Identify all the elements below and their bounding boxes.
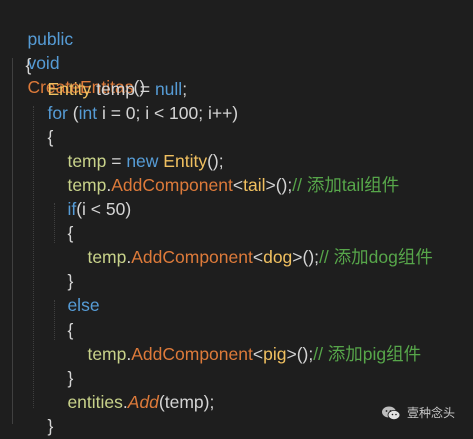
comment: // 添加pig组件 — [313, 344, 422, 364]
method-addcomponent: AddComponent — [131, 344, 253, 364]
code-line-close-brace-method[interactable]: } — [6, 413, 31, 437]
code-line-close-brace-for[interactable]: } — [28, 390, 53, 436]
comment: // 添加tail组件 — [292, 175, 400, 195]
generic-lt: < — [252, 344, 264, 364]
generic-gt: > — [286, 344, 297, 364]
for-open: ( — [67, 103, 79, 123]
code-line-open-brace-for[interactable]: { — [28, 101, 53, 147]
code-line-declaration[interactable]: Entity temp = null; — [28, 53, 187, 99]
code-editor[interactable]: public void CreateEntitas() { Entity tem… — [0, 0, 473, 439]
call-parens: (); — [275, 175, 293, 195]
method-addcomponent: AddComponent — [131, 247, 253, 267]
if-condition: (i < 50) — [76, 199, 132, 219]
watermark-text: 壹种念头 — [406, 406, 455, 420]
var-temp: temp — [87, 247, 127, 267]
generic-gt: > — [292, 247, 303, 267]
generic-gt: > — [265, 175, 276, 195]
for-rest: i = 0; i < 100; i++) — [97, 103, 239, 123]
watermark: 壹种念头 — [381, 404, 455, 421]
code-line-if[interactable]: if(i < 50) — [48, 173, 131, 219]
call-parens: (); — [296, 344, 314, 364]
code-line-entities-add[interactable]: entities.Add(temp); — [48, 366, 214, 412]
code-line-close-brace-if[interactable]: } — [48, 245, 73, 291]
code-line-else[interactable]: else — [48, 269, 99, 315]
var-entities: entities — [67, 392, 123, 412]
code-line-open-brace-else[interactable]: { — [48, 294, 73, 340]
code-line-for[interactable]: for (int i = 0; i < 100; i++) — [28, 77, 238, 123]
code-line-close-brace-else[interactable]: } — [48, 342, 73, 388]
keyword-int: int — [78, 103, 98, 123]
code-line-add-dog[interactable]: temp.AddComponent<dog>();// 添加dog组件 — [68, 221, 432, 267]
code-line-add-tail[interactable]: temp.AddComponent<tail>();// 添加tail组件 — [48, 149, 399, 195]
generic-lt: < — [252, 247, 264, 267]
generic-type: pig — [263, 344, 287, 364]
comment: // 添加dog组件 — [319, 247, 433, 267]
code-line-open-brace-if[interactable]: { — [48, 197, 73, 243]
wechat-icon — [381, 405, 401, 421]
code-line-assign[interactable]: temp = new Entity(); — [48, 125, 223, 171]
generic-lt: < — [232, 175, 244, 195]
code-line-signature[interactable]: public void CreateEntitas() — [8, 3, 145, 97]
brace: } — [47, 416, 54, 436]
keyword-public: public — [27, 29, 74, 49]
code-line-open-brace-method[interactable]: { — [6, 29, 31, 75]
generic-type: tail — [243, 175, 266, 195]
var-temp: temp — [87, 344, 127, 364]
code-line-add-pig[interactable]: temp.AddComponent<pig>();// 添加pig组件 — [68, 318, 421, 364]
method-add: Add — [127, 392, 159, 412]
call-parens: (); — [302, 247, 320, 267]
call-args: (temp); — [158, 392, 215, 412]
generic-type: dog — [263, 247, 293, 267]
